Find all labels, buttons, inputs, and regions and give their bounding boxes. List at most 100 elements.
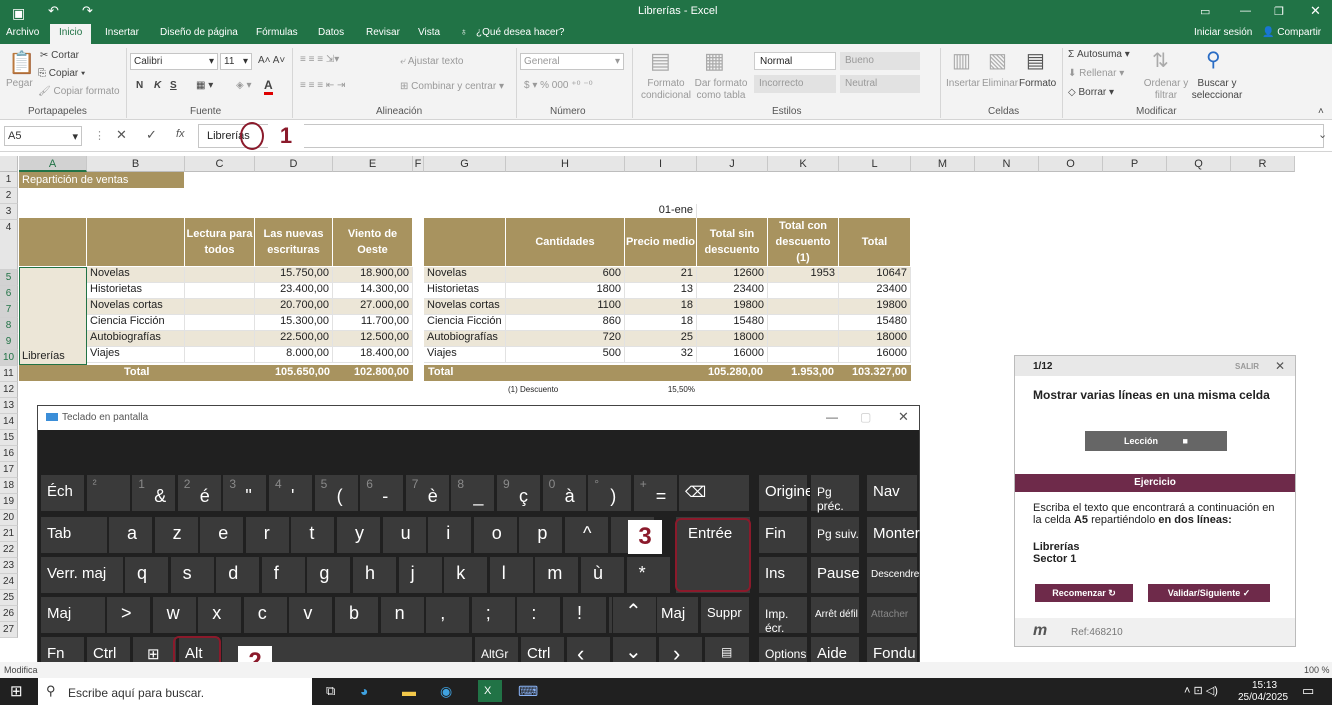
key-right-7[interactable]: Pause [810,556,860,594]
key-row2-6[interactable]: y [336,516,381,554]
header-total-con[interactable]: Total con descuento (1) [768,218,839,266]
left-lectura-cell[interactable] [185,267,255,283]
style-normal[interactable]: Normal [754,52,836,70]
style-bueno[interactable]: Bueno [840,52,920,70]
insert-cells-button[interactable]: Insertar [946,78,980,89]
left-nuevas-cell[interactable]: 22.500,00 [255,331,333,347]
key-row4-4[interactable]: c [242,596,288,634]
right-l-cell[interactable]: 15480 [839,315,911,331]
left-nuevas-cell[interactable]: 20.700,00 [255,299,333,315]
align-top-icon[interactable]: ≡ ≡ ≡ ⇲▾ [300,54,339,65]
row-header-23[interactable]: 23 [0,558,18,574]
system-tray-icons[interactable]: ˄ ⊡ ◁) [1184,684,1218,697]
key-row1-7[interactable]: 6- [359,474,405,512]
column-header-g[interactable]: G [424,156,506,172]
formula-input[interactable]: Librerías [198,124,1324,148]
expand-formula-icon[interactable]: ⌄ [1318,128,1327,141]
row-header-11[interactable]: 11 [0,366,18,382]
header-total[interactable]: Total [839,218,911,266]
redo-icon[interactable]: ↷ [82,3,93,19]
right-l-cell[interactable]: 19800 [839,299,911,315]
discount-value[interactable]: 15,50% [625,385,695,394]
left-lectura-cell[interactable] [185,299,255,315]
header-cell-b4[interactable] [87,218,185,266]
key-row2-3[interactable]: e [199,516,245,554]
key-right-11[interactable]: Attacher [866,596,918,634]
right-i-cell[interactable]: 18 [625,299,697,315]
key-row1-1[interactable]: ² [85,474,131,512]
key-row4-8[interactable]: , [425,596,471,634]
key-row4-1[interactable]: > [106,596,151,634]
left-viento-cell[interactable]: 14.300,00 [333,283,413,299]
left-viento-cell[interactable]: 12.500,00 [333,331,413,347]
header-g4[interactable] [424,218,506,266]
key-row3-12[interactable]: * [625,556,671,594]
table-format-button[interactable]: Dar formato como tabla [693,78,749,102]
row-header-9[interactable]: 9 [0,334,18,350]
key-row1-8[interactable]: 7è [404,474,450,512]
key-right-0[interactable]: Origine [758,474,813,512]
minimize-icon[interactable]: — [1240,5,1251,17]
key-row4-9[interactable]: ; [470,596,516,634]
row-header-24[interactable]: 24 [0,574,18,590]
row-header-7[interactable]: 7 [0,302,18,318]
left-category-cell[interactable]: Historietas [87,283,185,299]
right-name-cell[interactable]: Autobiografías [424,331,506,347]
header-lectura[interactable]: Lectura para todos [185,218,255,266]
font-color-icon[interactable]: A [264,78,273,95]
left-viento-cell[interactable]: 18.900,00 [333,267,413,283]
left-total-d[interactable]: 105.650,00 [255,366,330,378]
right-name-cell[interactable]: Ciencia Ficción [424,315,506,331]
function-icon[interactable]: fx [176,128,185,140]
column-header-r[interactable]: R [1231,156,1295,172]
key-row3-4[interactable]: f [260,556,306,594]
tab-datos[interactable]: Datos [318,27,344,38]
left-viento-cell[interactable]: 11.700,00 [333,315,413,331]
column-header-d[interactable]: D [255,156,333,172]
paste-button[interactable]: Pegar [6,78,33,89]
close-icon[interactable]: ✕ [898,409,909,425]
right-h-cell[interactable]: 720 [506,331,625,347]
minimize-icon[interactable]: — [826,410,838,424]
autosum-button[interactable]: Σ Autosuma ▾ [1068,49,1130,60]
right-h-cell[interactable]: 500 [506,347,625,363]
row-header-14[interactable]: 14 [0,414,18,430]
column-header-j[interactable]: J [697,156,768,172]
tab-diseno[interactable]: Diseño de página [160,27,238,38]
discount-note[interactable]: (1) Descuento [508,385,558,394]
row-header-27[interactable]: 27 [0,622,18,638]
fill-color-icon[interactable]: ◈ ▾ [236,80,252,91]
right-h-cell[interactable]: 1100 [506,299,625,315]
key-right-5[interactable]: Monter [866,516,920,554]
left-lectura-cell[interactable] [185,331,255,347]
row-header-8[interactable]: 8 [0,318,18,334]
key-row3-9[interactable]: l [488,556,534,594]
key-row1-10[interactable]: 9ç [496,474,541,512]
row-header-5[interactable]: 5 [0,270,18,286]
tab-insertar[interactable]: Insertar [105,27,139,38]
undo-icon[interactable]: ↶ [48,3,59,19]
key-row3-10[interactable]: m [534,556,580,594]
notifications-icon[interactable]: ▭ [1302,683,1314,699]
key-row3-6[interactable]: h [352,556,397,594]
key-row4-5[interactable]: v [288,596,334,634]
find-select-button[interactable]: Buscar y seleccionar [1188,78,1246,102]
key-row2-9[interactable]: o [472,516,518,554]
excel-icon[interactable]: X [478,680,502,702]
key-row1-4[interactable]: 3 " [222,474,268,512]
number-format-select[interactable]: General ▾ [520,53,624,70]
key-right-1[interactable]: Pg préc. [810,474,860,513]
key-row4-6[interactable]: b [334,596,379,634]
style-neutral[interactable]: Neutral [840,75,920,93]
column-header-f[interactable]: F [413,156,424,172]
row-header-4[interactable]: 4 [0,220,18,270]
column-header-o[interactable]: O [1039,156,1103,172]
header-nuevas[interactable]: Las nuevas escrituras [255,218,333,266]
left-nuevas-cell[interactable]: 15.750,00 [255,267,333,283]
close-icon[interactable]: ✕ [1310,3,1321,19]
key-row4-10[interactable]: : [516,596,562,634]
row-header-18[interactable]: 18 [0,478,18,494]
select-all-corner[interactable] [0,156,18,172]
key-arrow-up[interactable]: ⌃ [612,596,657,634]
key-row2-1[interactable]: a [108,516,153,554]
